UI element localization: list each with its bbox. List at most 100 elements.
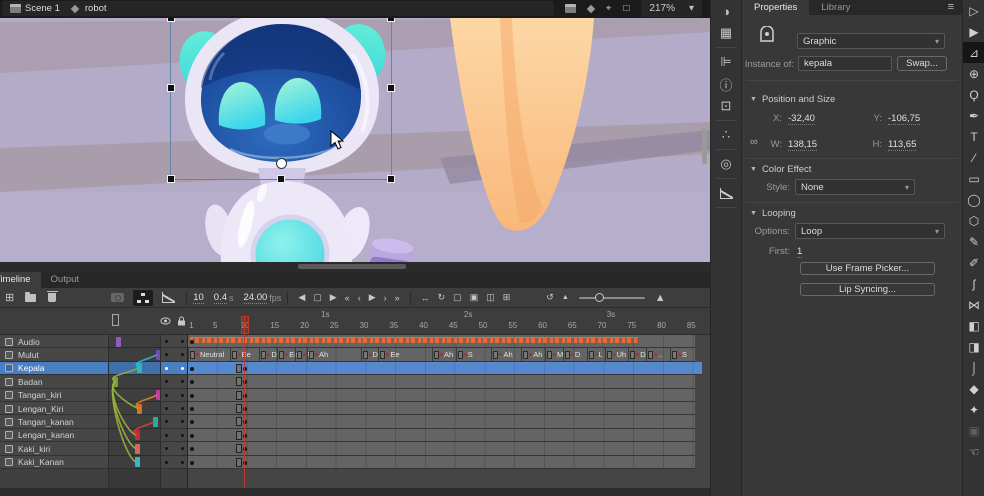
prev-frame-icon[interactable]: ‹ — [358, 293, 361, 303]
delete-layer-icon[interactable] — [48, 293, 56, 302]
selection-handle-bc[interactable] — [277, 175, 285, 183]
mouth-keyframe-D[interactable]: D — [628, 348, 645, 360]
info-panel-icon[interactable]: ⓘ — [711, 73, 741, 95]
paint-bucket-tool[interactable]: ◧ — [963, 315, 984, 336]
oval-tool[interactable]: ◯ — [963, 189, 984, 210]
layer-visibility-dot[interactable] — [165, 340, 168, 343]
layer-visibility-dot[interactable] — [165, 380, 168, 383]
layer-visibility-dot[interactable] — [165, 461, 168, 464]
empty-keyframe-box[interactable] — [236, 431, 242, 440]
classic-brush-tool[interactable]: ✐ — [963, 252, 984, 273]
timeline-zoom-in-icon[interactable]: ▲ — [655, 292, 666, 304]
tab-output[interactable]: Output — [41, 272, 90, 288]
frames-area[interactable]: NeutralEeDEeFAhDEeAhSAhAhMDLUhD..S — [188, 335, 710, 496]
center-frame-icon[interactable]: ↔ — [421, 293, 430, 303]
line-tool[interactable]: ∕ — [963, 147, 984, 168]
layer-visibility-dot[interactable] — [165, 420, 168, 423]
transformation-point[interactable] — [276, 158, 287, 169]
swatches-panel-icon[interactable]: ▦ — [711, 22, 741, 44]
selection-handle-bl[interactable] — [167, 175, 175, 183]
color-panel-icon[interactable]: ◑ — [711, 0, 741, 22]
current-frame-box-icon[interactable]: ▢ — [313, 292, 322, 303]
first-frame-icon[interactable]: « — [345, 293, 350, 303]
selection-handle-r[interactable] — [387, 84, 395, 92]
panel-menu-icon[interactable]: ≡ — [948, 1, 954, 13]
layer-lock-dot[interactable] — [181, 394, 184, 397]
instance-name-field[interactable]: kepala — [798, 56, 892, 71]
mouth-keyframe-Ah[interactable]: Ah — [307, 348, 328, 360]
empty-keyframe-box[interactable] — [236, 444, 242, 453]
frames-row-Tangan_kiri[interactable] — [188, 389, 695, 402]
eyedropper-tool[interactable]: ⌡ — [963, 357, 984, 378]
play-icon[interactable]: ▶ — [369, 292, 376, 303]
mouth-keyframe-L[interactable]: L — [587, 348, 603, 360]
edit-scene-icon[interactable] — [565, 4, 576, 13]
motion-editor-panel-icon[interactable] — [711, 182, 741, 204]
keyframe-dot[interactable] — [190, 394, 194, 398]
layer-visibility-dot[interactable] — [165, 394, 168, 397]
frame-rate-value[interactable]: 24.00 — [244, 292, 268, 304]
frames-row-Kaki_Kanan[interactable] — [188, 456, 695, 469]
onion-skin-icon[interactable]: ▢ — [453, 292, 462, 303]
pencil-tool[interactable]: ✎ — [963, 231, 984, 252]
subselection-tool[interactable]: ▶ — [963, 21, 984, 42]
keyframe-dot[interactable] — [190, 461, 194, 465]
marker-back-icon[interactable]: ◀ — [298, 292, 305, 303]
hand-tool[interactable]: ☜ — [963, 441, 984, 462]
layer-name[interactable]: Tangan_kanan — [18, 417, 74, 427]
selection-handle-l[interactable] — [167, 84, 175, 92]
mouth-keyframe-Ah[interactable]: Ah — [491, 348, 512, 360]
mouth-keyframe-D[interactable]: D — [259, 348, 276, 360]
cc-libraries-panel-icon[interactable]: ◎ — [711, 153, 741, 175]
mouth-keyframe-Neutral[interactable]: Neutral — [188, 348, 224, 360]
first-frame-value[interactable]: 1 — [797, 246, 802, 258]
motion-graph-icon[interactable] — [162, 292, 175, 303]
layer-name[interactable]: Kepala — [18, 363, 44, 373]
mouth-keyframe-Ah[interactable]: Ah — [432, 348, 453, 360]
layer-name[interactable]: Lengan_Kiri — [18, 404, 63, 414]
empty-keyframe-box[interactable] — [236, 458, 242, 467]
layer-name[interactable]: Badan — [18, 377, 43, 387]
mouth-keyframe-Uh[interactable]: Uh — [605, 348, 627, 360]
layer-lock-dot[interactable] — [181, 434, 184, 437]
w-value[interactable]: 138,15 — [788, 139, 817, 151]
marker-forward-icon[interactable]: ▶ — [330, 292, 337, 303]
hscroll-thumb[interactable] — [298, 264, 406, 269]
zoom-slider-knob[interactable] — [595, 293, 604, 302]
mouth-keyframe-S[interactable]: S — [670, 348, 687, 360]
ink-bottle-tool[interactable]: ◨ — [963, 336, 984, 357]
tab-timeline[interactable]: Timeline — [0, 272, 41, 288]
frames-row-Tangan_kanan[interactable] — [188, 415, 695, 428]
align-panel-icon[interactable]: ⊫ — [711, 51, 741, 73]
onion-skin-outlines-icon[interactable]: ▣ — [470, 292, 479, 303]
layer-lock-dot[interactable] — [181, 420, 184, 423]
asset-warp-tool[interactable]: ✦ — [963, 399, 984, 420]
mouth-keyframe-M[interactable]: M — [545, 348, 563, 360]
modify-markers-icon[interactable]: ⊞ — [503, 292, 511, 303]
frames-row-Lengan_Kiri[interactable] — [188, 402, 695, 415]
symbol-type-select[interactable]: Graphic▾ — [797, 33, 945, 49]
stage-zoom-select[interactable]: 217% ▾ — [641, 0, 702, 17]
selection-handle-tl[interactable] — [167, 18, 175, 22]
selection-bounding-box[interactable] — [170, 18, 392, 180]
reset-timeline-zoom-icon[interactable]: ↺ — [546, 292, 554, 303]
tab-library[interactable]: Library — [809, 0, 862, 15]
keyframe-dot[interactable] — [190, 434, 194, 438]
position-size-header[interactable]: ▼ Position and Size — [750, 94, 835, 105]
empty-keyframe-box[interactable] — [236, 391, 242, 400]
h-value[interactable]: 113,65 — [888, 139, 916, 151]
loop-playback-icon[interactable]: ↻ — [438, 292, 446, 303]
edit-multiple-frames-icon[interactable]: ◫ — [486, 292, 495, 303]
selection-handle-tr[interactable] — [387, 18, 395, 22]
last-frame-icon[interactable]: » — [395, 293, 400, 303]
bone-tool[interactable]: ⋈ — [963, 294, 984, 315]
mouth-keyframe-Ah[interactable]: Ah — [521, 348, 542, 360]
layer-lock-dot[interactable] — [181, 380, 184, 383]
new-layer-icon[interactable]: ⊞ — [5, 291, 14, 304]
selection-handle-br[interactable] — [387, 175, 395, 183]
layer-lock-dot[interactable] — [181, 407, 184, 410]
layer-lock-dot[interactable] — [181, 340, 184, 343]
stage-canvas[interactable] — [0, 18, 710, 262]
mouth-keyframe-..[interactable]: .. — [646, 348, 662, 360]
stage-hscrollbar[interactable] — [0, 262, 710, 272]
